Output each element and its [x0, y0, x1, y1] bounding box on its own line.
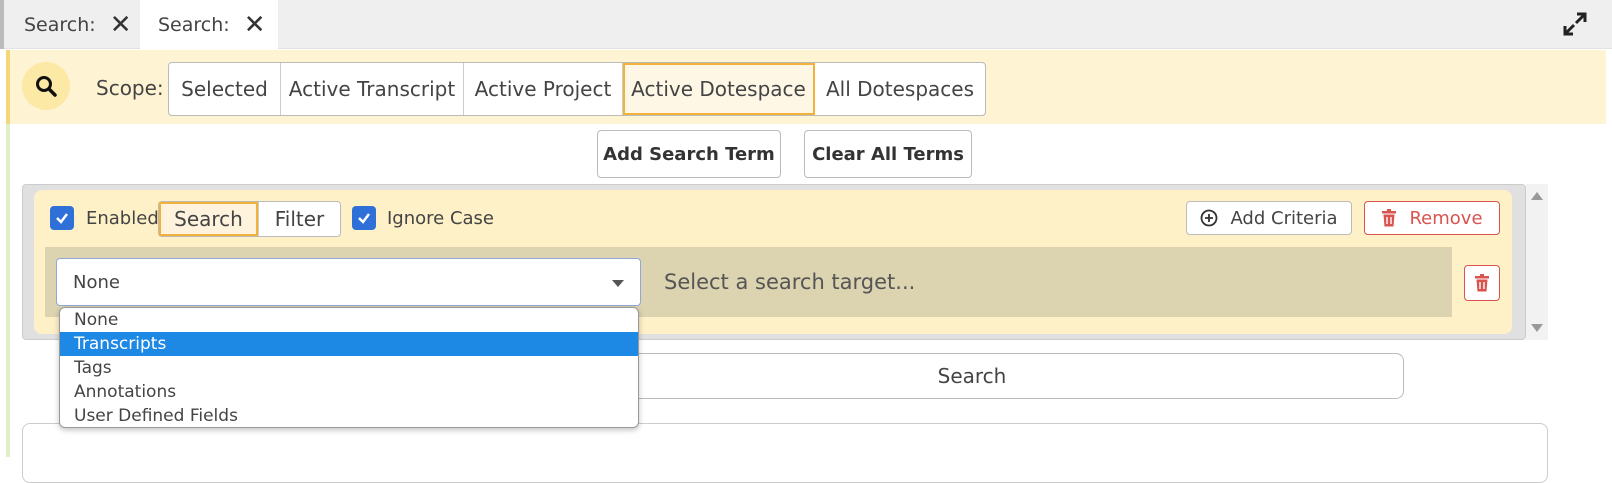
mode-filter-button[interactable]: Filter: [258, 202, 340, 236]
tab-label: Search:: [158, 13, 230, 36]
dropdown-option-transcripts[interactable]: Transcripts: [60, 332, 638, 356]
trash-icon: [1475, 274, 1489, 292]
clear-all-terms-button[interactable]: Clear All Terms: [804, 130, 972, 178]
select-value: None: [73, 272, 120, 293]
mode-search-button[interactable]: Search: [159, 202, 258, 236]
search-target-select[interactable]: None: [56, 258, 641, 306]
expand-icon[interactable]: [1562, 11, 1588, 37]
scope-selector: Selected Active Transcript Active Projec…: [168, 62, 986, 116]
remove-label: Remove: [1409, 207, 1483, 229]
add-search-term-button[interactable]: Add Search Term: [597, 130, 781, 178]
scroll-down-icon[interactable]: [1531, 324, 1543, 332]
tab-label: Search:: [24, 13, 96, 36]
dropdown-option-user-defined-fields[interactable]: User Defined Fields: [60, 404, 638, 427]
tab-bar: Search: ✕ Search: ✕: [0, 0, 1612, 49]
check-icon: [56, 213, 68, 224]
enabled-checkbox[interactable]: [50, 206, 74, 230]
mode-selector: Search Filter: [158, 201, 341, 237]
dropdown-option-none[interactable]: None: [60, 308, 638, 332]
tab-search-1[interactable]: Search: ✕: [0, 0, 140, 49]
scope-option-active-dotespace[interactable]: Active Dotespace: [623, 63, 815, 115]
scope-bar: Scope: Selected Active Transcript Active…: [6, 50, 1606, 124]
close-icon[interactable]: ✕: [110, 12, 132, 38]
add-criteria-label: Add Criteria: [1230, 207, 1338, 229]
dropdown-option-tags[interactable]: Tags: [60, 356, 638, 380]
search-icon: [36, 76, 57, 97]
results-panel: [22, 423, 1548, 483]
search-target-dropdown: None Transcripts Tags Annotations User D…: [59, 307, 639, 428]
scope-option-active-transcript[interactable]: Active Transcript: [281, 63, 464, 115]
tab-search-2[interactable]: Search: ✕: [140, 0, 278, 49]
scope-label: Scope:: [96, 76, 164, 100]
trash-icon: [1382, 209, 1397, 227]
ignore-case-checkbox[interactable]: [352, 206, 376, 230]
caret-down-icon: [612, 280, 624, 287]
enabled-label: Enabled: [86, 208, 159, 229]
scope-option-active-project[interactable]: Active Project: [464, 63, 623, 115]
remove-term-button[interactable]: Remove: [1364, 201, 1500, 235]
add-criteria-button[interactable]: Add Criteria: [1186, 201, 1352, 235]
delete-row-button[interactable]: [1464, 265, 1500, 301]
target-hint: Select a search target...: [664, 270, 916, 294]
close-icon[interactable]: ✕: [244, 12, 266, 38]
dropdown-option-annotations[interactable]: Annotations: [60, 380, 638, 404]
scroll-up-icon[interactable]: [1531, 192, 1543, 200]
plus-circle-icon: [1201, 209, 1218, 227]
scope-option-all-dotespaces[interactable]: All Dotespaces: [815, 63, 985, 115]
scope-option-selected[interactable]: Selected: [169, 63, 281, 115]
left-accent: [6, 124, 10, 457]
run-search-button[interactable]: Search: [540, 353, 1404, 399]
ignore-case-label: Ignore Case: [387, 208, 495, 229]
panel-scrollbar[interactable]: [1526, 184, 1548, 340]
check-icon: [358, 213, 370, 224]
search-toggle-button[interactable]: [22, 62, 70, 110]
